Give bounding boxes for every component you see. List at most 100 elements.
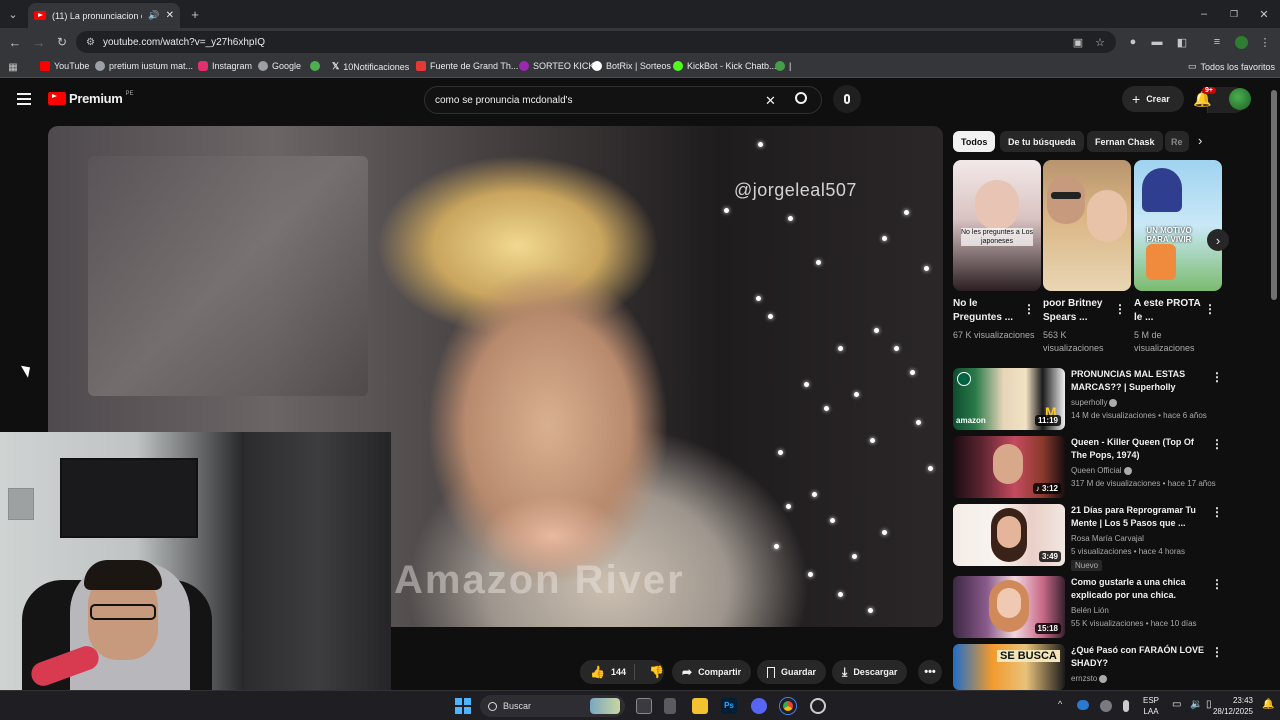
task-view-icon[interactable] [636,698,652,714]
app-icon[interactable] [810,698,826,714]
network-icon[interactable]: ▭ [1172,699,1181,710]
more-actions-button[interactable]: ••• [918,660,942,684]
minimize-icon[interactable]: – [1197,7,1211,21]
short-menu-icon[interactable]: ⋮ [1114,302,1126,316]
new-tab-icon[interactable]: + [188,7,202,22]
related-video-menu-icon[interactable]: ⋮ [1211,505,1223,519]
short-menu-icon[interactable]: ⋮ [1023,302,1035,316]
related-video-thumbnail[interactable]: 15:18 [953,576,1065,638]
bookmark-gta[interactable]: Fuente de Grand Th... [416,61,518,71]
extension-icon[interactable]: ● [1126,35,1140,49]
related-video-title[interactable]: Como gustarle a una chica explicado por … [1071,576,1206,602]
short-title[interactable]: No le Preguntes ... [953,297,1027,325]
save-button[interactable]: Guardar [757,660,827,684]
related-video-thumbnail[interactable]: ♪ 3:12 [953,436,1065,498]
chip-fernan-chask[interactable]: Fernan Chask [1087,131,1163,152]
chip-all[interactable]: Todos [953,131,996,152]
tray-overflow-icon[interactable]: ^ [1058,699,1062,709]
browser-tab[interactable]: (11) La pronunciacion corre 🔊 ✕ [28,3,180,28]
restore-icon[interactable]: ❐ [1227,7,1241,21]
volume-icon[interactable]: 🔉 [1190,699,1202,710]
tray-app-icon[interactable] [1100,700,1112,712]
share-button[interactable]: ➦ Compartir [672,660,752,684]
bookmark-extension[interactable] [310,61,320,71]
address-bar[interactable]: ⚙ youtube.com/watch?v=_y27h6xhpIQ [76,31,1116,53]
windows-start-icon[interactable] [455,698,471,714]
microphone-icon[interactable] [1123,700,1129,712]
onedrive-icon[interactable] [1077,700,1089,710]
all-favorites[interactable]: ▭ Todos los favoritos [1188,61,1275,72]
related-video-channel[interactable]: ernzsto [1071,672,1221,685]
dislike-button[interactable]: 👎 [641,665,664,679]
related-video-thumbnail[interactable]: amazon M 11:19 [953,368,1065,430]
reading-list-icon[interactable]: ≡ [1210,35,1224,49]
extension2-icon[interactable]: ▬ [1150,35,1164,49]
related-video-menu-icon[interactable]: ⋮ [1211,645,1223,659]
back-icon[interactable]: ← [8,35,22,50]
bookmark-star-icon[interactable]: ☆ [1093,35,1107,49]
related-video-menu-icon[interactable]: ⋮ [1211,577,1223,591]
shorts-next-button[interactable]: › [1207,229,1229,251]
reload-icon[interactable]: ↻ [55,35,69,49]
chip-from-search[interactable]: De tu búsqueda [1000,131,1084,152]
chrome-menu-icon[interactable]: ⋮ [1258,35,1272,49]
close-tab-icon[interactable]: ✕ [166,10,174,21]
short-thumbnail[interactable]: No les preguntes a Los japoneses [953,160,1041,291]
chip-related[interactable]: Re [1165,131,1189,152]
short-thumbnail[interactable] [1043,160,1131,291]
related-video-title[interactable]: PRONUNCIAS MAL ESTAS MARCAS?? | Superhol… [1071,368,1206,394]
search-input[interactable]: como se pronuncia mcdonald's ✕ [424,86,1247,114]
close-window-icon[interactable]: ✕ [1257,7,1271,21]
bookmark-kickbot[interactable]: KickBot - Kick Chatb... [673,61,777,71]
related-video-title[interactable]: 21 Días para Reprogramar Tu Mente | Los … [1071,504,1206,530]
file-explorer-icon[interactable] [692,698,708,714]
related-video-title[interactable]: Queen - Killer Queen (Top Of The Pops, 1… [1071,436,1206,462]
notification-center-icon[interactable]: 🔔 [1262,699,1274,710]
photoshop-icon[interactable]: Ps [721,698,737,714]
related-video-thumbnail[interactable]: SE BUSCA [953,644,1065,690]
short-title[interactable]: A este PROTA le ... [1134,297,1208,325]
short-thumbnail[interactable]: UN MOTIVO PARA VIVIR [1134,160,1222,291]
short-menu-icon[interactable]: ⋮ [1204,302,1216,316]
language-indicator[interactable]: ESP LAA [1143,695,1159,717]
notifications-button[interactable]: 🔔 9+ [1193,87,1216,110]
clock[interactable]: 23:43 28/12/2025 [1207,695,1253,717]
tab-search-icon[interactable]: ⌄ [6,7,20,21]
related-video-channel[interactable]: Queen Official [1071,464,1221,477]
profile-avatar-icon[interactable] [1234,35,1248,49]
bookmark-misc[interactable]: | [775,61,791,71]
bookmark-sorteo[interactable]: SORTEO KICK [519,61,594,71]
clear-search-icon[interactable]: ✕ [765,93,776,109]
chips-next-icon[interactable]: › [1198,133,1202,148]
cast-icon[interactable]: ▣ [1071,35,1085,49]
site-info-icon[interactable]: ⚙ [86,37,95,48]
create-button[interactable]: + Crear [1122,86,1184,112]
youtube-premium-logo[interactable]: Premium PE [48,91,134,106]
account-avatar[interactable] [1229,88,1251,110]
app-icon[interactable] [664,698,676,714]
related-video-menu-icon[interactable]: ⋮ [1211,437,1223,451]
bookmark-instagram[interactable]: Instagram [198,61,252,71]
voice-search-button[interactable] [833,85,861,113]
related-video-channel[interactable]: Belén Lión [1071,604,1221,617]
bookmark-youtube[interactable]: YouTube [40,61,89,71]
like-button[interactable]: 👍 144 [580,665,628,679]
apps-grid-icon[interactable]: ▦ [6,60,20,74]
hamburger-menu-icon[interactable] [17,93,31,105]
related-video-title[interactable]: ¿Qué Pasó con FARAÓN LOVE SHADY? [1071,644,1206,670]
bookmark-x[interactable]: 𝕏 10Notificaciones [332,61,409,72]
speaker-icon[interactable]: 🔊 [148,10,159,21]
forward-icon[interactable]: → [32,35,46,50]
download-button[interactable]: ⤓ Descargar [832,660,908,684]
extensions-puzzle-icon[interactable]: ◧ [1175,35,1189,49]
page-scrollbar[interactable] [1271,90,1277,300]
short-title[interactable]: poor Britney Spears ... [1043,297,1117,325]
taskbar-search[interactable]: Buscar [480,695,625,717]
bookmark-botrix[interactable]: BotRix | Sorteos [592,61,671,71]
related-video-menu-icon[interactable]: ⋮ [1211,370,1223,384]
chrome-icon[interactable] [780,698,796,714]
related-video-channel[interactable]: Rosa María Carvajal [1071,532,1221,545]
bookmark-google[interactable]: Google [258,61,301,71]
discord-icon[interactable] [751,698,767,714]
related-video-channel[interactable]: superholly [1071,396,1221,409]
